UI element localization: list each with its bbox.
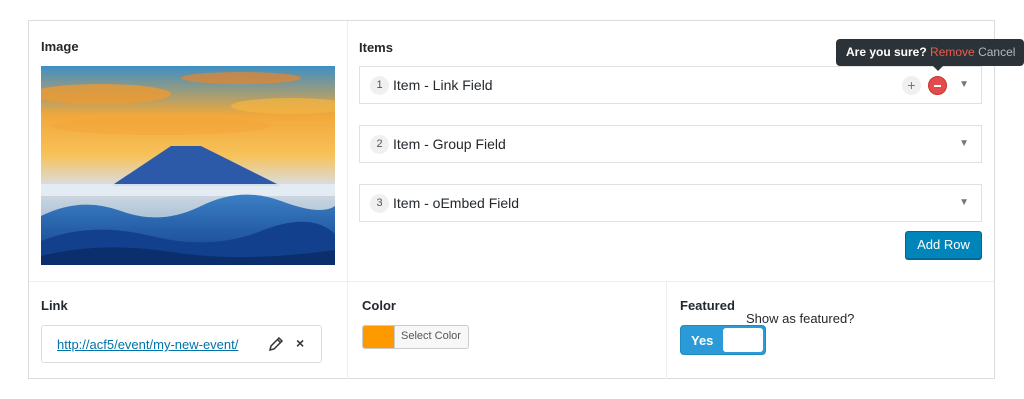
image-preview[interactable] <box>41 66 335 265</box>
add-row-button[interactable]: Add Row <box>905 231 982 259</box>
divider <box>347 21 348 281</box>
divider <box>29 281 994 282</box>
row-title: Item - oEmbed Field <box>393 195 520 211</box>
remove-row-icon[interactable] <box>928 76 947 95</box>
link-field-label: Link <box>41 298 68 313</box>
link-url[interactable]: http://acf5/event/my-new-event/ <box>57 337 238 352</box>
row-index: 2 <box>370 135 389 154</box>
mountain-landscape-image <box>41 66 335 265</box>
color-picker-button[interactable]: Select Color <box>362 325 469 349</box>
toggle-yes-label: Yes <box>691 333 714 348</box>
divider <box>666 281 667 379</box>
tooltip-question: Are you sure? <box>846 45 927 59</box>
color-field-label: Color <box>362 298 396 313</box>
image-field-label: Image <box>41 39 79 54</box>
color-swatch <box>363 326 395 348</box>
tooltip-remove-link[interactable]: Remove <box>930 45 975 59</box>
featured-description: Show as featured? <box>746 311 855 326</box>
add-row-icon[interactable]: + <box>902 76 921 95</box>
row-title: Item - Link Field <box>393 77 493 93</box>
collapse-caret-icon[interactable]: ▼ <box>959 138 969 149</box>
row-title: Item - Group Field <box>393 136 506 152</box>
link-field: http://acf5/event/my-new-event/ × <box>41 325 322 363</box>
toggle-knob <box>723 328 763 352</box>
repeater-row[interactable]: 1 Item - Link Field + ▼ <box>359 66 982 104</box>
divider <box>347 281 348 379</box>
row-index: 1 <box>370 76 389 95</box>
select-color-label: Select Color <box>401 330 461 342</box>
collapse-caret-icon[interactable]: ▼ <box>959 79 969 90</box>
featured-field-label: Featured <box>680 298 735 313</box>
tooltip-cancel-link[interactable]: Cancel <box>978 45 1015 59</box>
repeater-row[interactable]: 3 Item - oEmbed Field ▼ <box>359 184 982 222</box>
confirm-remove-tooltip: Are you sure? Remove Cancel <box>836 39 1024 66</box>
repeater-row[interactable]: 2 Item - Group Field ▼ <box>359 125 982 163</box>
tooltip-arrow <box>933 66 943 71</box>
collapse-caret-icon[interactable]: ▼ <box>959 197 969 208</box>
featured-toggle[interactable]: Yes <box>680 325 766 355</box>
close-icon[interactable]: × <box>296 335 304 351</box>
row-index: 3 <box>370 194 389 213</box>
pencil-icon[interactable] <box>268 336 284 352</box>
items-field-label: Items <box>359 40 393 55</box>
